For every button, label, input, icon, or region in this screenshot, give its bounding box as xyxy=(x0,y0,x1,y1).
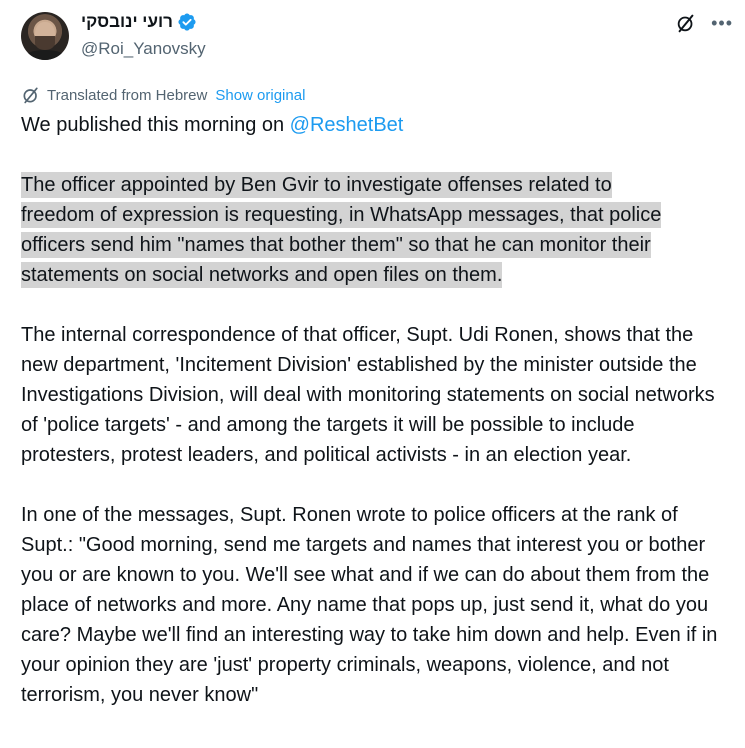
author-handle[interactable]: @Roi_Yanovsky xyxy=(81,39,206,59)
intro-line: We published this morning on @ReshetBet xyxy=(21,110,733,140)
highlighted-line: officers send him "names that bother the… xyxy=(21,232,651,258)
mention-link[interactable]: @ReshetBet xyxy=(290,114,404,136)
highlighted-line: freedom of expression is requesting, in … xyxy=(21,202,662,228)
translated-label: Translated from Hebrew xyxy=(47,86,208,104)
author-display-name[interactable]: רועי ינובסקי xyxy=(81,12,173,32)
more-icon[interactable]: ••• xyxy=(711,14,733,32)
tweet-header: רועי ינובסקי @Roi_Yanovsky ••• xyxy=(21,12,733,64)
author-name-row[interactable]: רועי ינובסקי xyxy=(81,12,197,32)
grok-icon[interactable] xyxy=(675,12,697,34)
translation-bar: Translated from Hebrew Show original xyxy=(21,85,305,105)
highlighted-paragraph: The officer appointed by Ben Gvir to inv… xyxy=(21,170,733,290)
header-actions: ••• xyxy=(675,12,733,34)
show-original-link[interactable]: Show original xyxy=(215,87,305,104)
translate-icon xyxy=(23,87,38,104)
tweet-text: We published this morning on @ReshetBet … xyxy=(21,110,733,710)
paragraph-2: The internal correspondence of that offi… xyxy=(21,324,715,466)
paragraph-3: In one of the messages, Supt. Ronen wrot… xyxy=(21,504,718,706)
highlighted-line: The officer appointed by Ben Gvir to inv… xyxy=(21,172,612,198)
highlighted-line: statements on social networks and open f… xyxy=(21,262,503,288)
avatar[interactable] xyxy=(21,12,69,60)
intro-text: We published this morning on xyxy=(21,114,290,136)
verified-badge-icon xyxy=(178,13,196,31)
